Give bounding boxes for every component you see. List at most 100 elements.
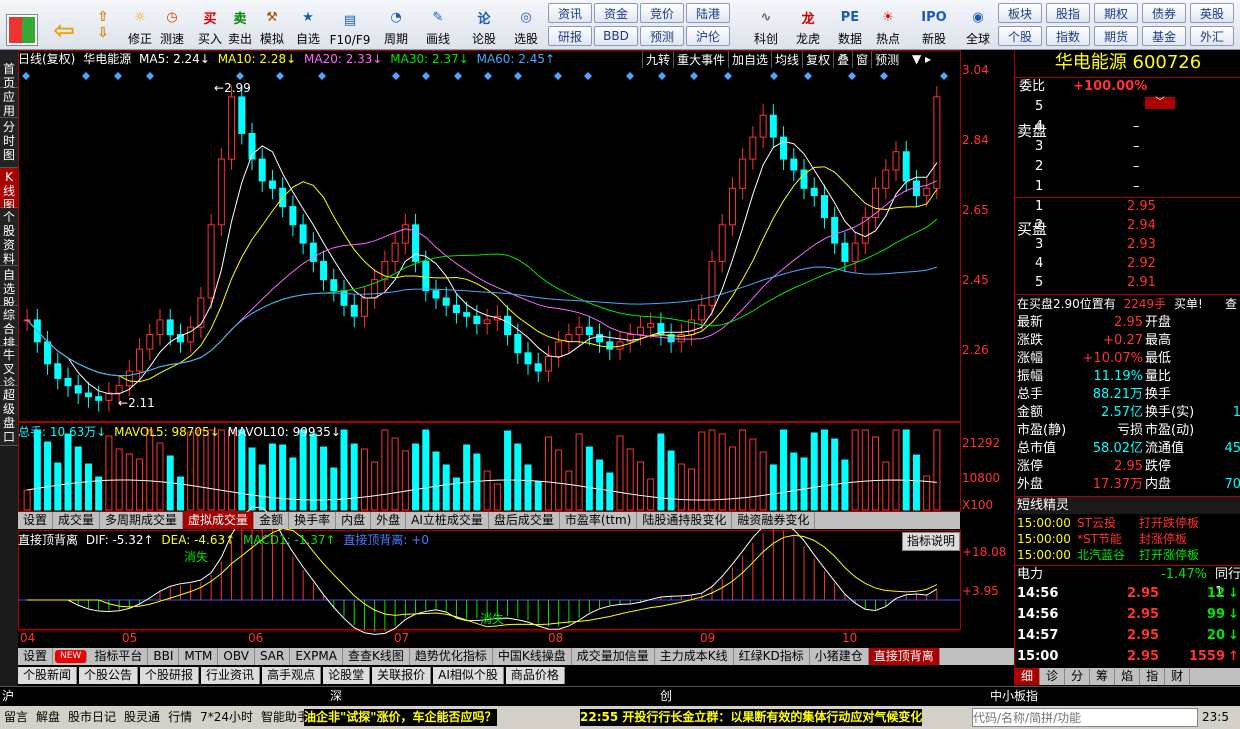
- updown-arrow-icon[interactable]: ⇧ ⇩: [90, 3, 116, 47]
- down-icon[interactable]: ▼ ▸: [912, 51, 931, 68]
- indicator-tab[interactable]: 内盘: [336, 512, 372, 529]
- indicator-tab[interactable]: 陆股通持股变化: [637, 512, 733, 529]
- link-button[interactable]: 资金: [594, 3, 638, 23]
- tool-globe-button[interactable]: ◉ 全球: [958, 3, 998, 47]
- chart-top-tab[interactable]: 加自选: [728, 51, 771, 68]
- market-button[interactable]: 外汇: [1190, 26, 1234, 46]
- info-tab[interactable]: 行业资讯: [201, 667, 261, 684]
- formula-tab[interactable]: 指标平台: [89, 648, 149, 665]
- event-marker-icon[interactable]: [22, 72, 30, 80]
- chart-top-tab[interactable]: 重大事件: [673, 51, 728, 68]
- formula-tab[interactable]: OBV: [218, 648, 255, 665]
- sell-level-row[interactable]: 3–: [1015, 138, 1240, 156]
- tool-discuss-button[interactable]: 论论股: [464, 3, 504, 47]
- formula-tab[interactable]: 小猪建仓: [810, 648, 869, 665]
- quote-tab[interactable]: 细: [1015, 668, 1041, 685]
- layout-icon[interactable]: [4, 3, 40, 47]
- info-tab[interactable]: 关联报价: [372, 667, 432, 684]
- buy-level-row[interactable]: 2 2.94: [1015, 217, 1240, 235]
- chart-top-tab[interactable]: 均线: [771, 51, 802, 68]
- link-button[interactable]: 陆港: [686, 3, 730, 23]
- info-tab[interactable]: 个股公告: [79, 667, 139, 684]
- formula-tab[interactable]: MTM: [179, 648, 219, 665]
- short-item[interactable]: 15:00:00 ST云投 打开跌停板: [1015, 515, 1240, 531]
- event-marker-icon[interactable]: [880, 72, 888, 80]
- link-button[interactable]: BBD: [594, 26, 638, 46]
- formula-tab[interactable]: 主力成本K线: [655, 648, 734, 665]
- sell-level-row[interactable]: 4–: [1015, 118, 1240, 136]
- market-button[interactable]: 指数: [1046, 26, 1090, 46]
- formula-tab[interactable]: 查查K线图: [343, 648, 410, 665]
- event-marker-icon[interactable]: [422, 72, 430, 80]
- formula-tab[interactable]: 成交量加信量: [572, 648, 655, 665]
- quote-tab[interactable]: 指: [1140, 668, 1166, 685]
- chart-top-tab[interactable]: 窗: [852, 51, 871, 68]
- event-marker-icon[interactable]: [484, 72, 492, 80]
- sell-level-row[interactable]: 1–: [1015, 178, 1240, 196]
- leftnav-item[interactable]: 超级盘口: [0, 386, 18, 446]
- quote-tab[interactable]: 分: [1065, 668, 1091, 685]
- search-input[interactable]: [972, 708, 1198, 727]
- tool-select-button[interactable]: ◎ 选股: [506, 3, 546, 47]
- event-marker-icon[interactable]: [514, 72, 522, 80]
- info-tab[interactable]: 个股研报: [140, 667, 200, 684]
- chart-top-tab[interactable]: 预测: [871, 51, 902, 68]
- indicator-tab[interactable]: 多周期成交量: [100, 512, 184, 529]
- link-button[interactable]: 研报: [548, 26, 592, 46]
- info-tab[interactable]: 论股堂: [323, 667, 371, 684]
- indicator-tab[interactable]: 换手率: [289, 512, 337, 529]
- event-marker-icon[interactable]: [454, 72, 462, 80]
- leftnav-item[interactable]: 自选股: [0, 266, 18, 310]
- indicator-tab[interactable]: 金额: [254, 512, 290, 529]
- short-item[interactable]: 15:00:00 北汽蓝谷 打开涨停板: [1015, 547, 1240, 563]
- market-button[interactable]: 股指: [1046, 3, 1090, 23]
- short-item[interactable]: 15:00:00 *ST节能 封涨停板: [1015, 531, 1240, 547]
- status-link[interactable]: 股灵通: [120, 708, 164, 726]
- new-badge[interactable]: NEW: [55, 650, 88, 663]
- event-marker-icon[interactable]: [114, 72, 122, 80]
- event-marker-icon[interactable]: [584, 72, 592, 80]
- status-link[interactable]: 留言: [0, 708, 32, 726]
- tool-f10-button[interactable]: ▤ F10/F9: [330, 3, 371, 48]
- event-marker-icon[interactable]: [82, 72, 90, 80]
- index-sz[interactable]: 深: [330, 688, 342, 705]
- formula-tab[interactable]: 直接顶背离: [868, 648, 940, 665]
- back-arrow-icon[interactable]: ⇦: [48, 3, 80, 47]
- indicator-tab[interactable]: 虚拟成交量: [183, 512, 255, 529]
- buy-level-row[interactable]: 4 2.92: [1015, 255, 1240, 273]
- status-link[interactable]: 行情: [164, 708, 196, 726]
- tool-pen-button[interactable]: ✎ 画线: [418, 3, 458, 47]
- quote-tab[interactable]: 筹: [1090, 668, 1116, 685]
- leftnav-item[interactable]: K线图: [0, 168, 18, 212]
- chart-top-tab[interactable]: 叠: [833, 51, 852, 68]
- info-tab[interactable]: 高手观点: [262, 667, 322, 684]
- indicator-tab[interactable]: 成交量: [53, 512, 101, 529]
- leftnav-item[interactable]: 牛叉诊股: [0, 346, 18, 404]
- tool-ipo-button[interactable]: IPO 新股: [914, 3, 954, 47]
- chart-top-tab[interactable]: 九转: [642, 51, 673, 68]
- formula-tab[interactable]: 设置: [18, 648, 54, 665]
- event-marker-icon[interactable]: [626, 72, 634, 80]
- leftnav-item[interactable]: 分时图: [0, 118, 18, 168]
- status-link[interactable]: 解盘: [32, 708, 64, 726]
- indicator-tab[interactable]: 盘后成交量: [489, 512, 560, 529]
- formula-tab[interactable]: 趋势优化指标: [410, 648, 493, 665]
- formula-tab[interactable]: 红绿KD指标: [734, 648, 810, 665]
- buy-level-row[interactable]: 1 2.95: [1015, 198, 1240, 216]
- info-tab[interactable]: 商品价格: [505, 667, 565, 684]
- leftnav-item[interactable]: 应用: [0, 88, 18, 118]
- link-button[interactable]: 资讯: [548, 3, 592, 23]
- market-button[interactable]: 债券: [1142, 3, 1186, 23]
- status-link[interactable]: 7*24小时: [196, 708, 257, 726]
- buy-level-row[interactable]: 3 2.93: [1015, 236, 1240, 254]
- tool-period-button[interactable]: ◔ 周期: [376, 3, 416, 47]
- event-marker-icon[interactable]: [724, 72, 732, 80]
- link-button[interactable]: 沪伦: [686, 26, 730, 46]
- news-ticker-2[interactable]: 22:55 开投行行长金立群：以果断有效的集体行动应对气候变化: [580, 709, 923, 726]
- quote-tab[interactable]: 财: [1165, 668, 1191, 685]
- tool-data-button[interactable]: PE 数据: [830, 3, 870, 47]
- leftnav-item[interactable]: 综合排名: [0, 306, 18, 364]
- event-marker-icon[interactable]: [318, 72, 326, 80]
- event-marker-icon[interactable]: [848, 72, 856, 80]
- index-zx[interactable]: 中小板指: [990, 688, 1038, 705]
